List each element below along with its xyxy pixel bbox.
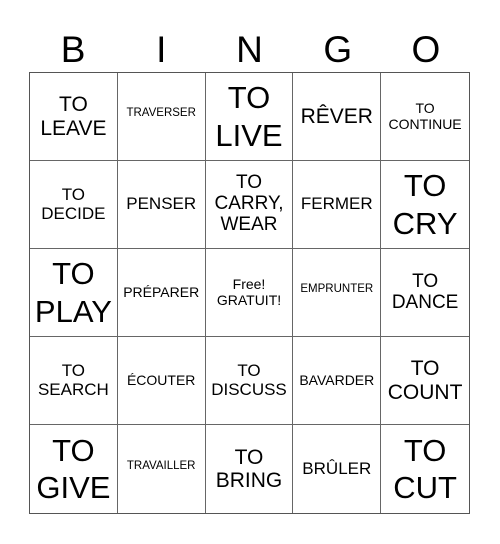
bingo-cell-text: TO DECIDE	[41, 184, 106, 223]
bingo-cell-text: TRAVAILLER	[126, 459, 196, 472]
bingo-cell-text: TO LEAVE	[40, 93, 107, 140]
bingo-cell-text: TO LIVE	[215, 80, 283, 153]
bingo-cell[interactable]: FERMER	[293, 161, 382, 249]
header-letter-n: N	[236, 29, 263, 70]
bingo-cell-free[interactable]: Free! GRATUIT!	[205, 249, 294, 337]
bingo-cell[interactable]: TO DANCE	[381, 249, 469, 337]
bingo-cell-text: TO DISCUSS	[211, 360, 287, 399]
bingo-cell[interactable]: TO BRING	[206, 425, 294, 513]
bingo-grid: TO LEAVE TRAVERSER TO LIVE RÊVER TO CONTINUE…	[29, 72, 470, 514]
bingo-cell[interactable]: TO DECIDE	[30, 161, 118, 249]
bingo-cell-text: TO PLAY	[34, 256, 112, 329]
header-letter-i: I	[156, 29, 167, 70]
header-letter-b: B	[60, 29, 86, 70]
bingo-cell[interactable]: BRÛLER	[293, 425, 382, 513]
bingo-cell[interactable]: ÉCOUTER	[117, 337, 206, 425]
bingo-cell[interactable]: TO DISCUSS	[205, 337, 294, 425]
bingo-cell[interactable]: TO LEAVE	[30, 73, 118, 161]
bingo-cell[interactable]: RÊVER	[293, 73, 382, 161]
bingo-cell[interactable]: BAVARDER	[293, 337, 382, 425]
bingo-cell-text: Free! GRATUIT!	[216, 276, 282, 308]
bingo-cell[interactable]: EMPRUNTER	[293, 249, 382, 337]
bingo-cell-text: TO COUNT	[387, 357, 463, 404]
bingo-cell-text: PENSER	[126, 194, 197, 214]
bingo-cell-text: PRÉPARER	[123, 283, 200, 300]
bingo-cell-text: TO CONTINUE	[388, 100, 462, 132]
bingo-cell-text: EMPRUNTER	[300, 283, 374, 296]
bingo-cell-text: TO CRY	[392, 168, 458, 241]
bingo-cell-text: BAVARDER	[299, 371, 375, 388]
bingo-cell[interactable]: TO CUT	[381, 425, 469, 513]
bingo-cell[interactable]: TO COUNT	[381, 337, 469, 425]
bingo-cell-text: TRAVERSER	[126, 107, 196, 120]
bingo-cell[interactable]: TO PLAY	[30, 249, 118, 337]
bingo-cell[interactable]: TO SEARCH	[30, 337, 118, 425]
bingo-cell[interactable]: TRAVAILLER	[118, 425, 206, 513]
bingo-cell-text: TO DANCE	[391, 270, 459, 313]
bingo-cell[interactable]: TO GIVE	[30, 425, 118, 513]
bingo-cell-text: BRÛLER	[302, 458, 372, 478]
bingo-cell-text: ÉCOUTER	[126, 371, 196, 388]
bingo-cell-text: TO CUT	[393, 432, 457, 505]
bingo-cell-text: FERMER	[300, 194, 373, 214]
bingo-header: B I N G O	[29, 28, 470, 72]
header-letter-o: O	[411, 29, 441, 70]
bingo-cell[interactable]: TO LIVE	[205, 73, 294, 161]
bingo-cell-text: TO SEARCH	[37, 360, 109, 399]
bingo-cell[interactable]: PENSER	[117, 161, 206, 249]
header-letter-g: G	[323, 29, 353, 70]
bingo-cell-text: TO GIVE	[36, 432, 111, 505]
bingo-cell[interactable]: TO CARRY, WEAR	[205, 161, 294, 249]
bingo-cell-text: TO BRING	[215, 445, 283, 492]
bingo-cell[interactable]: TO CONTINUE	[381, 73, 469, 161]
bingo-cell-text: TO CARRY, WEAR	[214, 172, 284, 235]
bingo-cell[interactable]: TO CRY	[381, 161, 469, 249]
bingo-cell[interactable]: TRAVERSER	[117, 73, 206, 161]
bingo-cell-text: RÊVER	[300, 104, 373, 128]
bingo-cell[interactable]: PRÉPARER	[117, 249, 206, 337]
